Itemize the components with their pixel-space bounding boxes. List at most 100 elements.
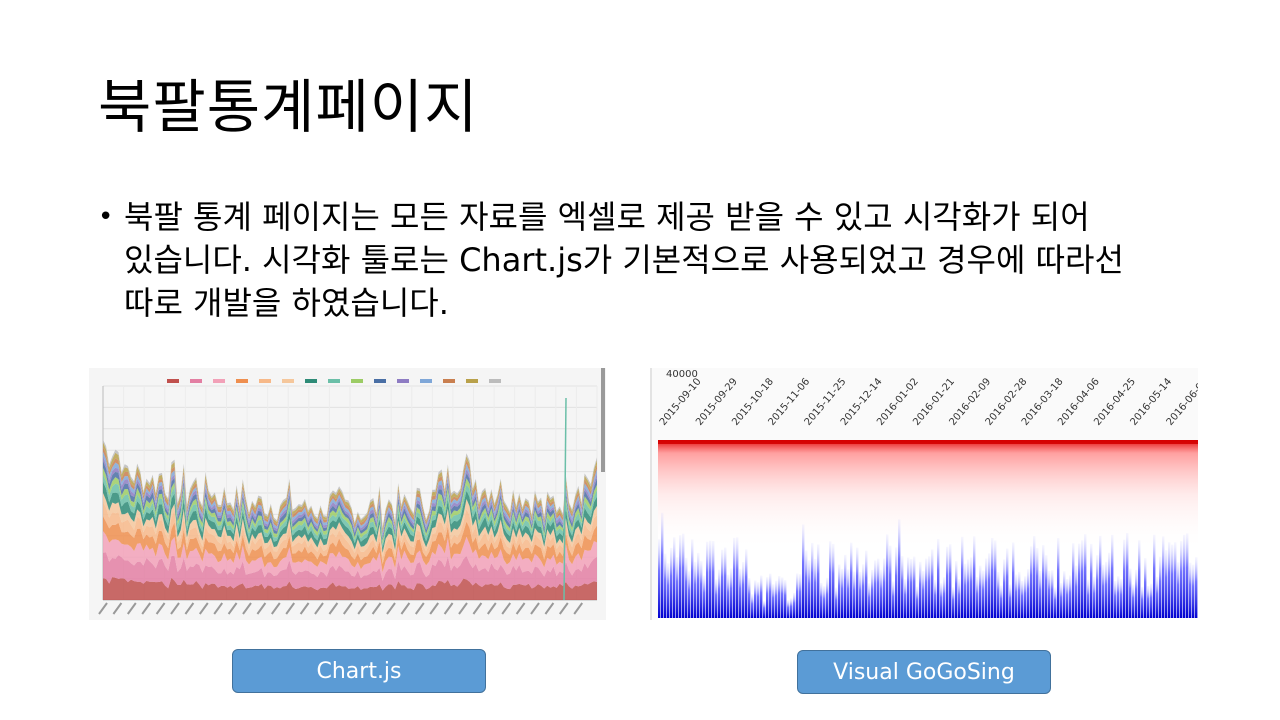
- blue-bar: [799, 574, 802, 618]
- blue-bar: [1102, 564, 1105, 618]
- blue-bar: [793, 592, 796, 618]
- blue-bar: [919, 561, 922, 618]
- blue-bar: [922, 571, 925, 618]
- blue-bar: [1183, 534, 1186, 618]
- blue-bar: [1039, 570, 1042, 618]
- blue-bar: [967, 559, 970, 618]
- legend-swatch: [351, 379, 363, 383]
- blue-bar: [1060, 583, 1063, 618]
- blue-bar: [712, 541, 715, 618]
- blue-bar: [892, 581, 895, 618]
- blue-bar: [904, 579, 907, 618]
- blue-bar: [703, 575, 706, 618]
- blue-bar: [1156, 576, 1159, 618]
- blue-bar: [1195, 557, 1198, 618]
- blue-bar: [691, 539, 694, 618]
- blue-bar: [697, 552, 700, 618]
- blue-bar: [955, 561, 958, 618]
- blue-bar: [760, 575, 763, 618]
- blue-bar: [769, 573, 772, 618]
- blue-bar: [1123, 539, 1126, 618]
- blue-bar: [946, 546, 949, 618]
- blue-bar: [781, 577, 784, 618]
- blue-bar: [832, 543, 835, 618]
- blue-bar: [715, 579, 718, 618]
- blue-bar: [1096, 555, 1099, 618]
- blue-bar: [718, 569, 721, 618]
- blue-bar: [766, 577, 769, 618]
- blue-bar: [1075, 565, 1078, 618]
- blue-bar: [979, 565, 982, 618]
- blue-bar: [1000, 585, 1003, 618]
- blue-bar: [658, 539, 661, 618]
- blue-bar: [1033, 536, 1036, 618]
- blue-bar: [1012, 542, 1015, 618]
- blue-bar: [961, 536, 964, 618]
- blue-bar: [841, 568, 844, 618]
- blue-bar: [817, 544, 820, 618]
- blue-bar: [1174, 542, 1177, 618]
- blue-bar: [988, 553, 991, 618]
- blue-bar: [991, 538, 994, 618]
- blue-bar: [784, 580, 787, 618]
- blue-bar: [808, 560, 811, 618]
- blue-bar: [1015, 574, 1018, 618]
- blue-bar: [1132, 584, 1135, 618]
- blue-bar: [685, 557, 688, 618]
- blue-bar: [1057, 538, 1060, 618]
- blue-bar: [778, 576, 781, 618]
- legend-swatch: [213, 379, 225, 383]
- blue-bar: [970, 557, 973, 618]
- legend-swatch: [328, 379, 340, 383]
- visual-gogosing-button[interactable]: Visual GoGoSing: [797, 650, 1051, 694]
- blue-bar: [1099, 535, 1102, 618]
- blue-bar: [1084, 534, 1087, 618]
- blue-bar: [997, 572, 1000, 618]
- blue-bar: [721, 549, 724, 618]
- blue-bar: [682, 533, 685, 618]
- blue-bar: [928, 556, 931, 618]
- legend-swatch: [167, 379, 179, 383]
- legend-swatch: [420, 379, 432, 383]
- legend-swatch: [305, 379, 317, 383]
- blue-bar: [1153, 534, 1156, 618]
- blue-bar: [1162, 536, 1165, 618]
- blue-bar: [667, 563, 670, 618]
- blue-bar: [739, 568, 742, 618]
- chartjs-scrollbar[interactable]: [601, 368, 605, 472]
- blue-bar: [853, 571, 856, 618]
- blue-bar: [1006, 548, 1009, 618]
- blue-bar: [709, 540, 712, 618]
- blue-bar: [937, 539, 940, 618]
- blue-bar: [688, 571, 691, 618]
- blue-bar: [1168, 542, 1171, 618]
- blue-bar: [934, 579, 937, 618]
- blue-bar: [982, 570, 985, 618]
- chartjs-button[interactable]: Chart.js: [232, 649, 486, 693]
- blue-bar: [1165, 550, 1168, 618]
- blue-bar: [1192, 564, 1195, 618]
- blue-bar: [1171, 544, 1174, 618]
- blue-bar: [886, 534, 889, 618]
- blue-bar: [1069, 575, 1072, 618]
- blue-bar: [865, 550, 868, 618]
- legend-swatch: [190, 379, 202, 383]
- legend-swatch: [489, 379, 501, 383]
- gogosing-screenshot: 40000 2015-09-10 2015-09-29 2015-10-18 2015…: [650, 368, 1210, 620]
- blue-bar: [730, 568, 733, 618]
- blue-bar: [1126, 533, 1129, 618]
- bullet-paragraph: • 북팔 통계 페이지는 모든 자료를 엑셀로 제공 받을 수 있고 시각화가 …: [98, 196, 1183, 325]
- blue-bar: [952, 587, 955, 618]
- blue-bar: [676, 557, 679, 618]
- blue-bar: [820, 582, 823, 618]
- blue-bar: [1048, 570, 1051, 618]
- blue-bar: [898, 519, 901, 618]
- blue-bar: [814, 558, 817, 618]
- blue-bar: [838, 564, 841, 618]
- blue-bar: [1078, 543, 1081, 618]
- blue-bar: [1138, 540, 1141, 618]
- blue-bar: [1105, 561, 1108, 618]
- blue-bar: [844, 554, 847, 618]
- blue-bar: [1042, 545, 1045, 618]
- blue-bar: [973, 536, 976, 618]
